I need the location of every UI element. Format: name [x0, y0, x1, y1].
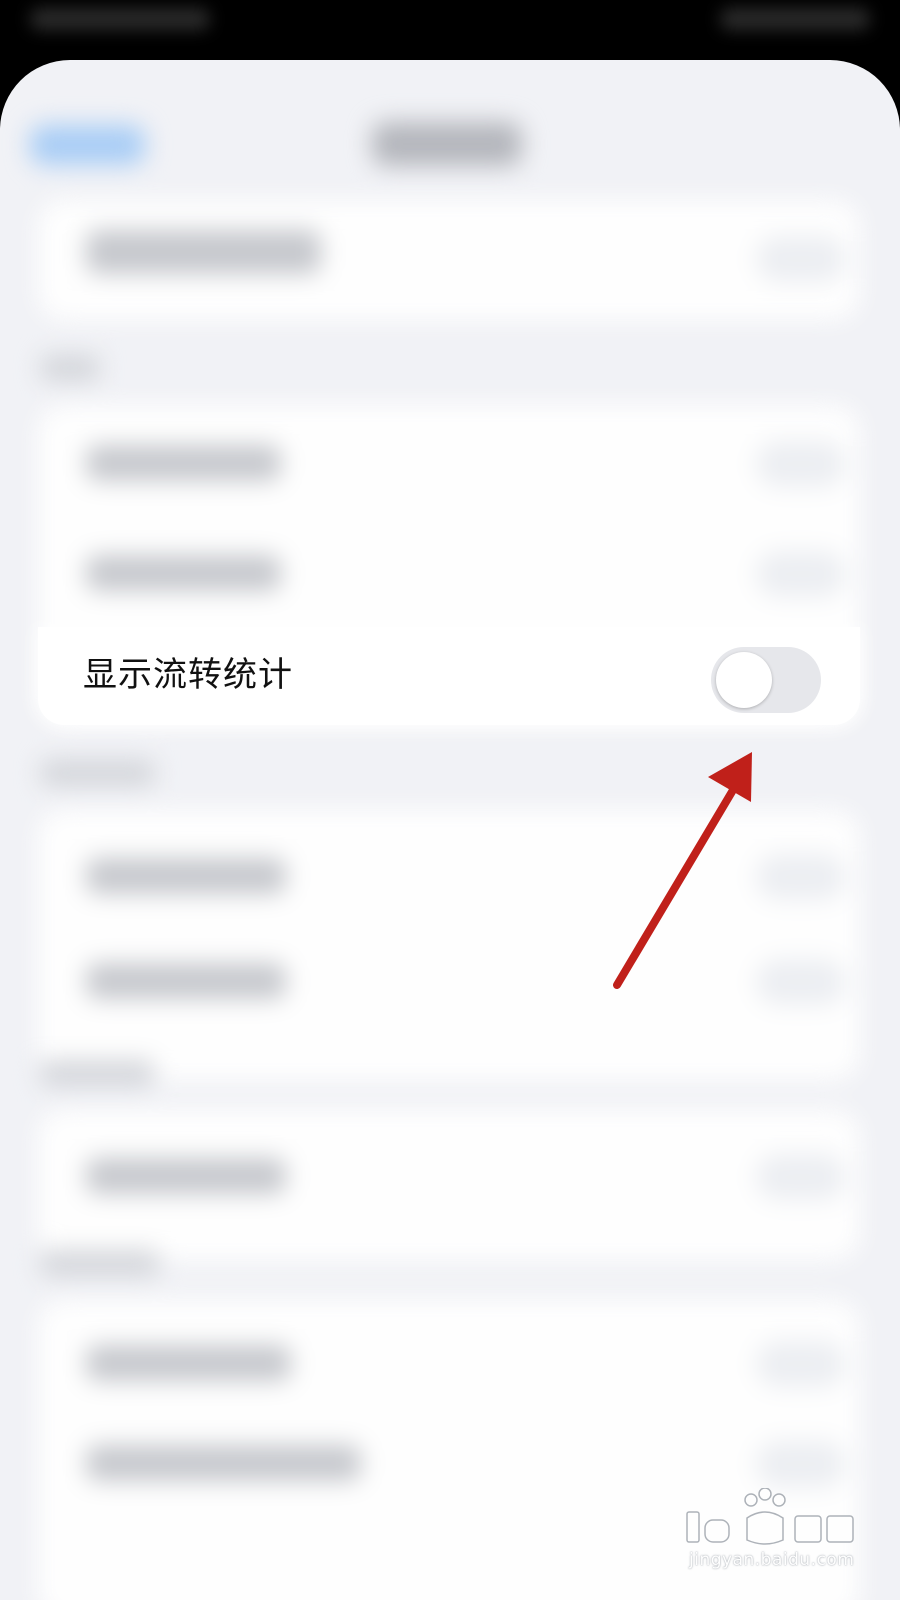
blurred-section-header	[40, 355, 100, 381]
settings-sheet: 显示流转统计	[0, 60, 900, 1600]
blurred-row-switch[interactable]	[756, 441, 846, 487]
setting-row-show-flow-stats: 显示流转统计	[38, 627, 860, 725]
blurred-row-switch[interactable]	[756, 551, 846, 597]
blurred-row-switch[interactable]	[756, 959, 846, 1005]
blurred-row-label	[86, 858, 286, 894]
blurred-row-label	[86, 445, 281, 481]
show-flow-stats-toggle[interactable]	[711, 647, 821, 713]
status-bar-time-blur	[30, 8, 210, 30]
blurred-background-content	[0, 60, 900, 1600]
blurred-section-header	[40, 1060, 155, 1086]
blurred-row-label	[86, 1445, 361, 1481]
status-bar-icons-blur	[720, 8, 870, 30]
settings-card-3	[38, 810, 860, 1080]
blurred-row-label	[86, 963, 286, 999]
blurred-row-switch[interactable]	[756, 1154, 846, 1200]
settings-card-4	[38, 1110, 860, 1260]
blurred-row-switch[interactable]	[756, 1341, 846, 1387]
baidu-jingyan-logo	[686, 1488, 854, 1545]
blurred-row-label	[86, 1158, 286, 1194]
settings-card-1	[38, 200, 860, 320]
blurred-row-switch[interactable]	[756, 1441, 846, 1487]
blurred-row-switch[interactable]	[756, 854, 846, 900]
blurred-row-label	[86, 230, 321, 274]
blurred-row-switch[interactable]	[756, 236, 846, 282]
blurred-row-label	[86, 555, 281, 591]
back-button-blurred[interactable]	[30, 125, 145, 165]
blurred-section-header	[40, 760, 155, 786]
watermark-url: jingyan.baidu.com	[689, 1550, 855, 1570]
page-title-blurred	[372, 122, 522, 166]
baidu-jingyan-watermark: jingyan.baidu.com	[685, 1488, 885, 1588]
blurred-section-header	[40, 1250, 160, 1276]
blurred-row-label	[86, 1345, 291, 1381]
toggle-knob	[716, 652, 772, 708]
setting-label: 显示流转统计	[83, 655, 293, 695]
